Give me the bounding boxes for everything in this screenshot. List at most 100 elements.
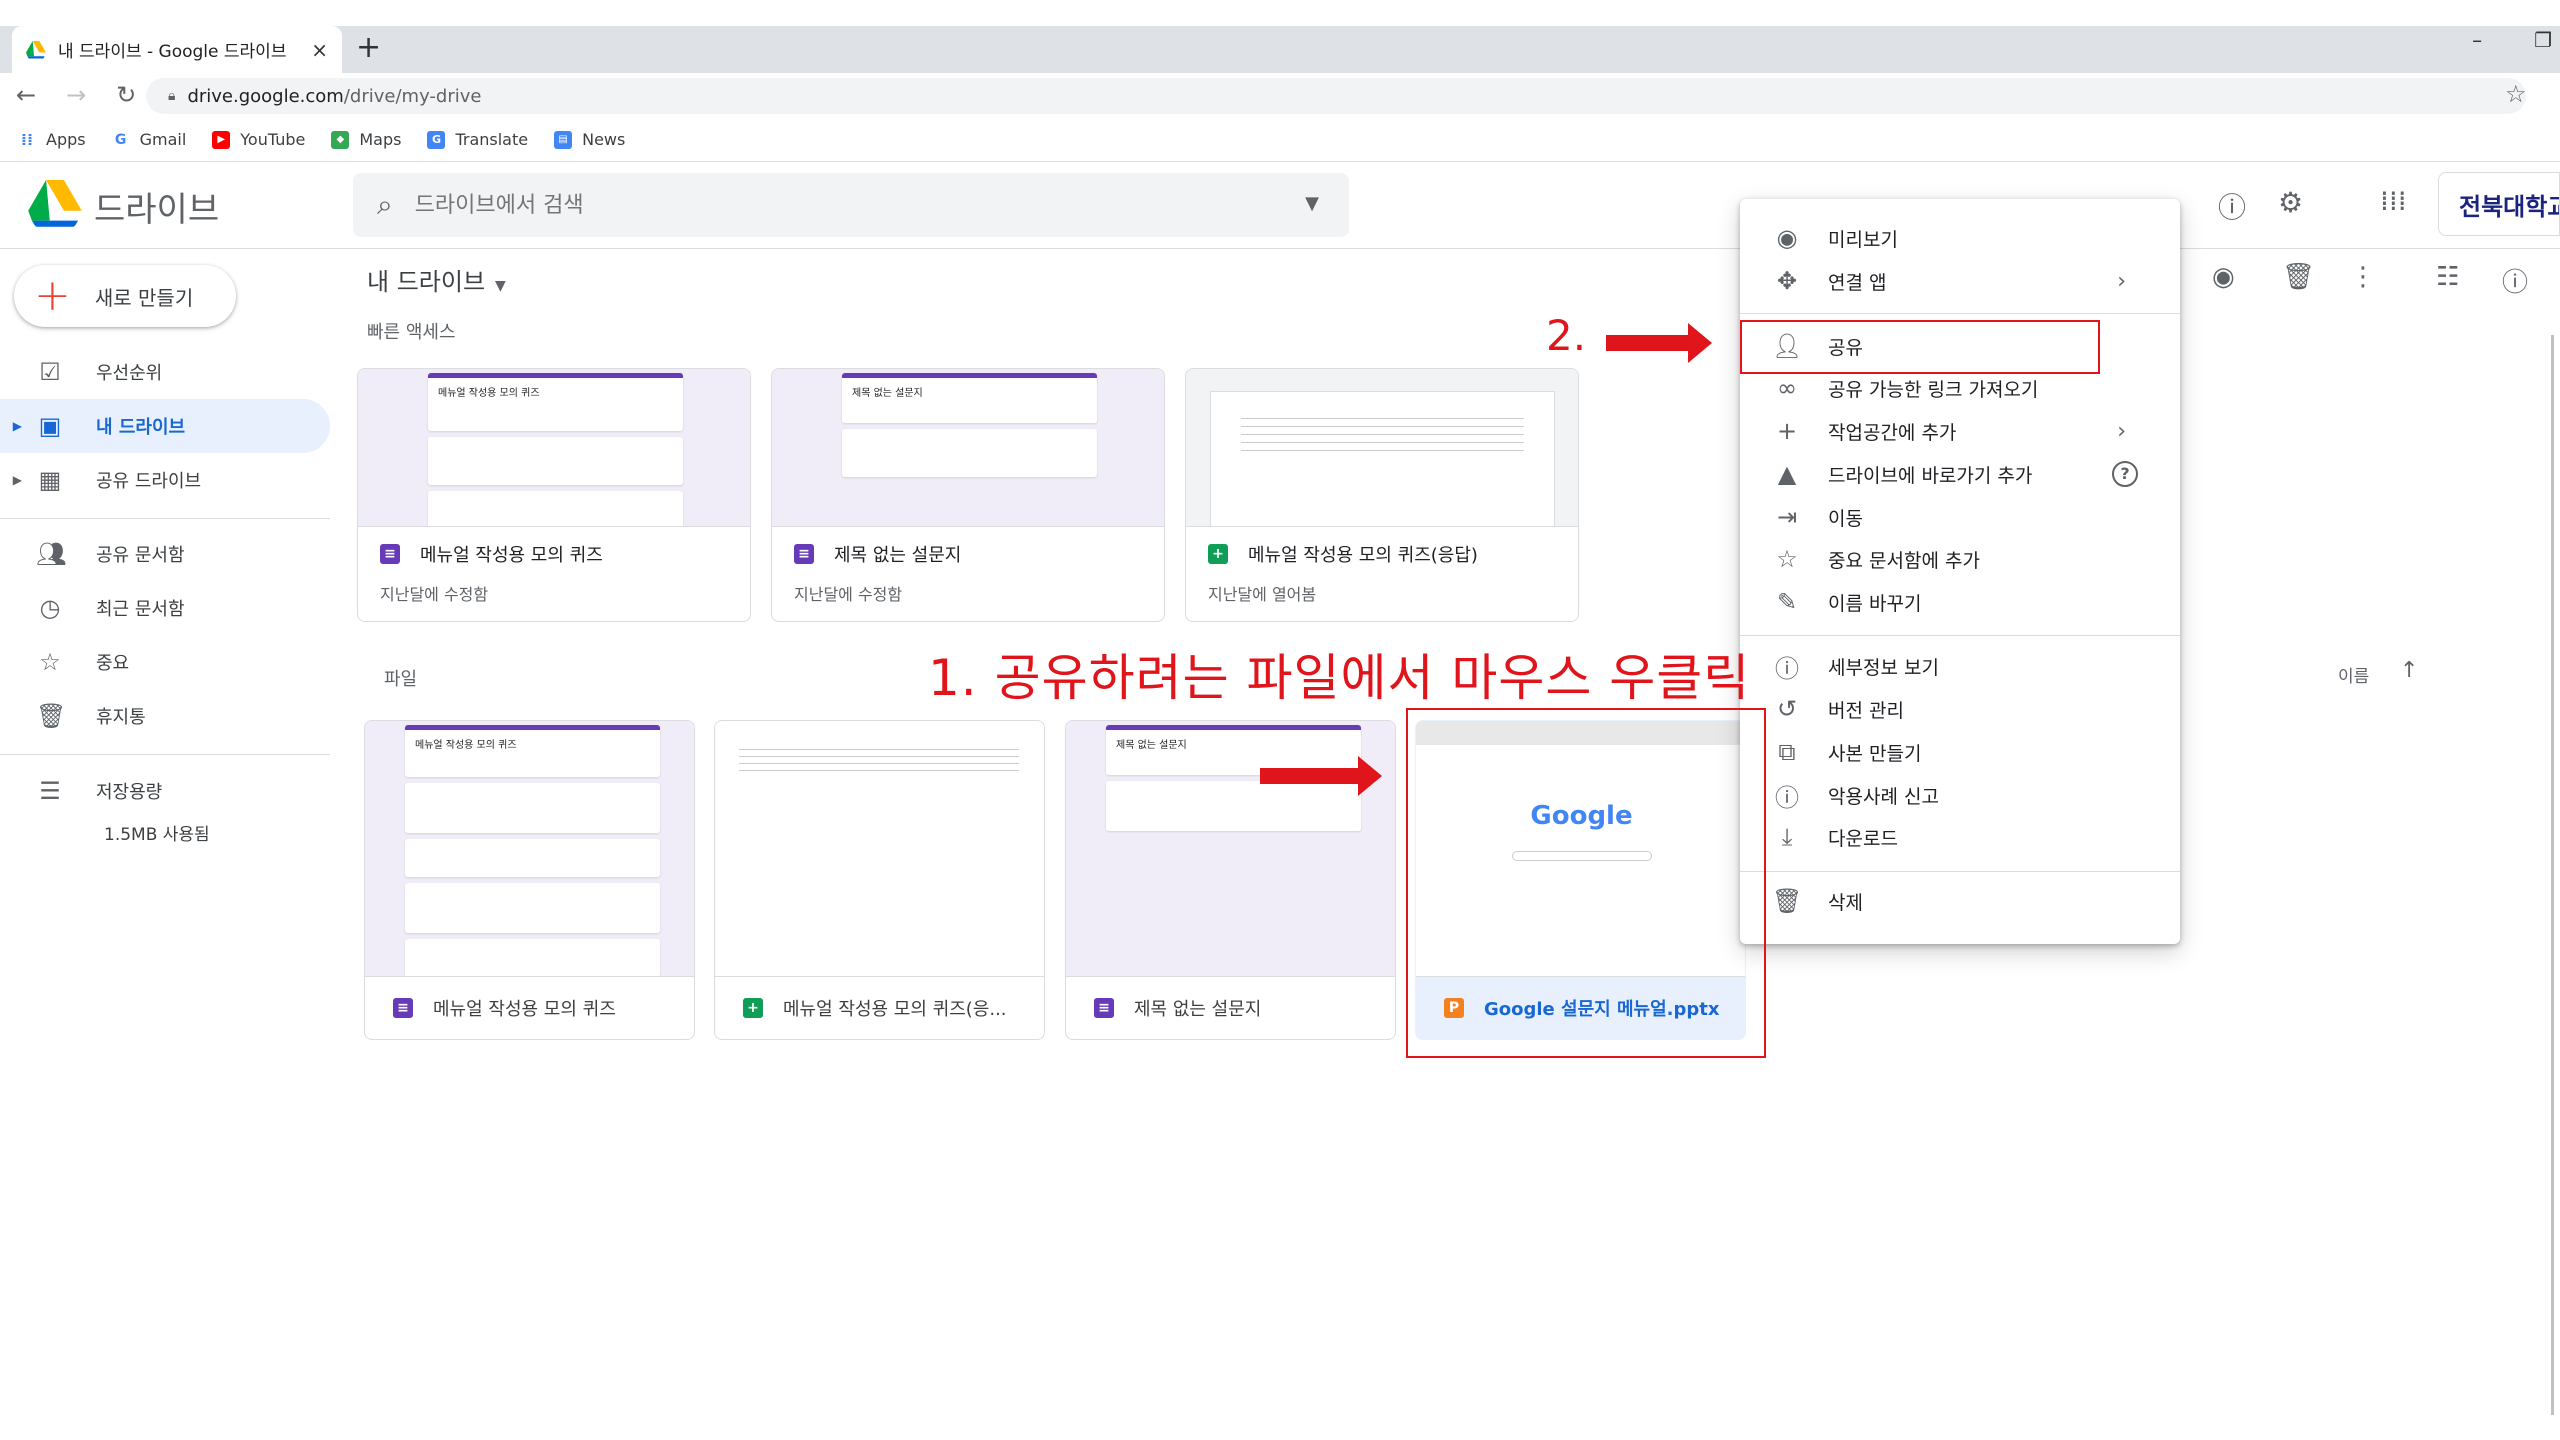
menu-item-rename[interactable]: ✎ 이름 바꾸기 — [1740, 581, 2180, 623]
navigation-buttons: ← → ↻ — [16, 81, 136, 109]
menu-item-download[interactable]: ⤓ 다운로드 — [1740, 816, 2180, 858]
sidebar-item-label: 저장용량 — [96, 782, 163, 803]
account-org-badge[interactable]: 전북대학교 — [2438, 172, 2560, 236]
trash-icon[interactable]: 🗑︎ — [2282, 262, 2315, 292]
chevron-right-icon: › — [2117, 268, 2126, 294]
sidebar-divider — [0, 518, 330, 519]
back-icon[interactable]: ← — [16, 81, 36, 109]
menu-item-move[interactable]: ⇥ 이동 — [1740, 496, 2180, 538]
storage-icon: ☰ — [39, 777, 61, 805]
menu-item-label: 다운로드 — [1828, 827, 1898, 850]
bookmark-apps[interactable]: ⁞⁞ Apps — [18, 130, 86, 149]
card-name: 메뉴얼 작성용 모의 퀴즈(응답) — [1248, 545, 1478, 566]
sidebar-item-label: 우선순위 — [96, 363, 163, 384]
shared-with-me-icon: 👥︎ — [36, 540, 67, 568]
preview-eye-icon[interactable]: ◉ — [2212, 262, 2235, 292]
help-icon[interactable]: ⓘ — [2218, 186, 2246, 226]
window-top-bar — [0, 0, 2560, 26]
help-icon[interactable]: ? — [2112, 461, 2138, 487]
sidebar-item-shared-drives[interactable]: ▶ ▦ 공유 드라이브 — [0, 453, 330, 507]
settings-gear-icon[interactable]: ⚙ — [2278, 186, 2303, 219]
menu-item-preview[interactable]: ◉ 미리보기 — [1740, 217, 2180, 259]
search-bar[interactable]: ⌕ ▼ — [353, 173, 1349, 237]
bookmark-gmail[interactable]: G Gmail — [112, 130, 186, 149]
menu-item-delete[interactable]: 🗑︎ 삭제 — [1740, 880, 2180, 922]
move-folder-icon: ⇥ — [1776, 503, 1798, 531]
sidebar-item-shared-with-me[interactable]: 👥︎ 공유 문서함 — [0, 527, 330, 581]
info-icon[interactable]: ⓘ — [2502, 262, 2528, 299]
quick-access-title: 빠른 액세스 — [367, 322, 456, 343]
minimize-icon[interactable]: – — [2472, 28, 2482, 52]
sidebar-item-trash[interactable]: 🗑︎ 휴지통 — [0, 689, 330, 743]
sidebar-item-storage[interactable]: ☰ 저장용량 — [0, 764, 330, 818]
sidebar-item-label: 내 드라이브 — [96, 417, 186, 438]
menu-item-open-with[interactable]: ✥ 연결 앱 › — [1740, 260, 2180, 302]
sidebar-item-recent[interactable]: ◷ 최근 문서함 — [0, 581, 330, 635]
bookmark-youtube[interactable]: ▶ YouTube — [212, 130, 305, 149]
bookmark-maps[interactable]: ◆ Maps — [331, 130, 401, 149]
google-forms-icon: ≡ — [1094, 998, 1114, 1018]
quick-access-card[interactable]: + 메뉴얼 작성용 모의 퀴즈(응답) 지난달에 열어봄 — [1185, 368, 1579, 622]
download-icon: ⤓ — [1781, 823, 1793, 851]
tab-close-icon[interactable]: × — [311, 38, 328, 62]
quick-access-card[interactable]: 메뉴얼 작성용 모의 퀴즈 ≡ 메뉴얼 작성용 모의 퀴즈 지난달에 수정함 — [357, 368, 751, 622]
quick-access-card[interactable]: 제목 없는 설문지 ≡ 제목 없는 설문지 지난달에 수정함 — [771, 368, 1165, 622]
menu-item-make-copy[interactable]: ⧉ 사본 만들기 — [1740, 731, 2180, 773]
menu-item-add-shortcut[interactable]: ▲ 드라이브에 바로가기 추가 ? — [1740, 453, 2180, 495]
scrollbar[interactable] — [2551, 335, 2554, 1415]
search-icon[interactable]: ⌕ — [377, 188, 393, 222]
sidebar-item-label: 공유 문서함 — [96, 545, 185, 566]
drive-logo-icon[interactable] — [28, 180, 82, 228]
menu-item-details[interactable]: ⓘ 세부정보 보기 — [1740, 645, 2180, 687]
bookmark-news[interactable]: ▤ News — [554, 130, 625, 149]
file-card[interactable]: + 메뉴얼 작성용 모의 퀴즈(응... — [714, 720, 1045, 1040]
sidebar-item-label: 최근 문서함 — [96, 599, 185, 620]
google-sheets-icon: + — [1208, 544, 1228, 564]
restore-icon[interactable]: ❐ — [2534, 28, 2552, 52]
rename-pencil-icon: ✎ — [1776, 588, 1798, 616]
bookmark-star-icon[interactable]: ☆ — [2505, 80, 2527, 108]
file-card[interactable]: 메뉴얼 작성용 모의 퀴즈 ≡ 메뉴얼 작성용 모의 퀴즈 — [364, 720, 695, 1040]
menu-item-versions[interactable]: ↺ 버전 관리 — [1740, 688, 2180, 730]
menu-item-add-to-workspace[interactable]: + 작업공간에 추가 › — [1740, 410, 2180, 452]
search-options-icon[interactable]: ▼ — [1305, 193, 1319, 214]
add-shortcut-icon: ▲ — [1777, 460, 1797, 488]
sort-label[interactable]: 이름 — [2338, 662, 2369, 687]
expand-arrow-icon[interactable]: ▶ — [0, 473, 22, 487]
bookmark-translate[interactable]: G Translate — [427, 130, 528, 149]
sort-direction-icon[interactable]: ↑ — [2400, 658, 2418, 683]
omnibox[interactable]: 🔒︎ drive.google.com/drive/my-drive — [146, 78, 2526, 114]
menu-item-label: 드라이브에 바로가기 추가 — [1828, 464, 2033, 487]
browser-tab[interactable]: 내 드라이브 - Google 드라이브 × — [12, 26, 342, 73]
search-input[interactable] — [414, 192, 1235, 218]
drive-logo-text[interactable]: 드라이브 — [94, 182, 219, 231]
new-button[interactable]: + 새로 만들기 — [14, 265, 236, 327]
priority-icon: ☑ — [39, 358, 61, 386]
new-tab-button[interactable]: + — [356, 30, 381, 65]
menu-item-report-abuse[interactable]: ⓘ 악용사례 신고 — [1740, 774, 2180, 816]
apps-grid-icon[interactable]: ⁞⁞⁞ — [2380, 184, 2407, 217]
menu-item-add-starred[interactable]: ☆ 중요 문서함에 추가 — [1740, 538, 2180, 580]
file-thumbnail: 제목 없는 설문지 — [772, 369, 1164, 527]
drive-favicon-icon — [26, 40, 46, 59]
bookmark-label: Maps — [359, 130, 402, 149]
trash-icon: 🗑︎ — [1772, 887, 1803, 915]
sidebar-item-starred[interactable]: ☆ 중요 — [0, 635, 330, 689]
breadcrumb[interactable]: 내 드라이브 ▼ — [367, 262, 506, 297]
thumb-title: 제목 없는 설문지 — [1116, 740, 1187, 751]
list-view-icon[interactable]: ☷ — [2436, 262, 2459, 292]
menu-item-label: 악용사례 신고 — [1828, 785, 1939, 808]
menu-item-label: 작업공간에 추가 — [1828, 421, 1957, 444]
google-forms-icon: ≡ — [380, 544, 400, 564]
forward-icon[interactable]: → — [66, 81, 86, 109]
expand-arrow-icon[interactable]: ▶ — [0, 419, 22, 433]
more-options-icon[interactable]: ⋮ — [2350, 262, 2376, 292]
window-controls: – ❐ — [2472, 28, 2560, 52]
thumb-title: 메뉴얼 작성용 모의 퀴즈 — [415, 740, 517, 751]
reload-icon[interactable]: ↻ — [116, 81, 136, 109]
card-subtitle: 지난달에 열어봄 — [1208, 585, 1317, 604]
sidebar-item-label: 중요 — [96, 653, 130, 674]
sidebar-item-priority[interactable]: ☑ 우선순위 — [0, 345, 330, 399]
annotation-share-highlight-box — [1740, 320, 2100, 374]
sidebar-item-my-drive[interactable]: ▶ ▣ 내 드라이브 — [0, 399, 330, 453]
